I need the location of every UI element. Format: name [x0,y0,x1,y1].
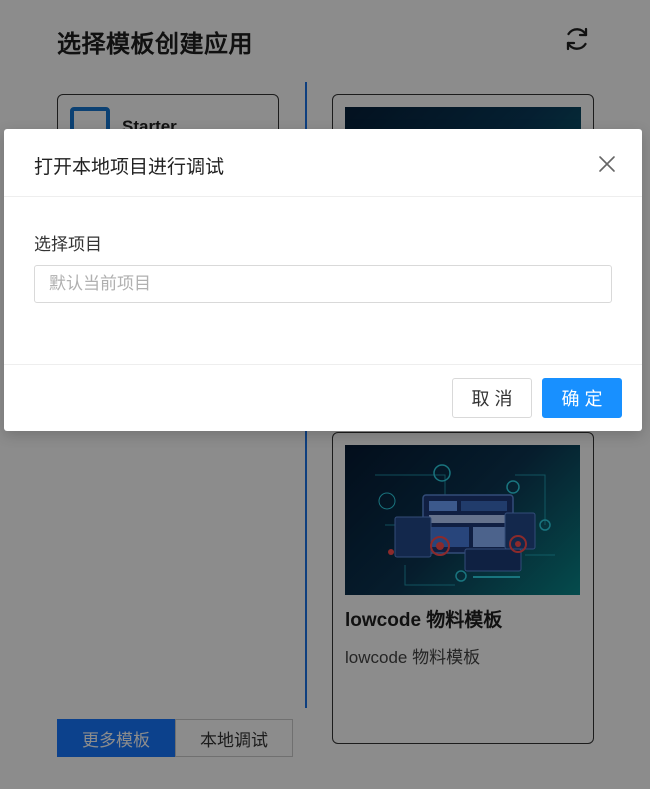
cancel-button[interactable]: 取 消 [452,378,532,418]
modal-title: 打开本地项目进行调试 [34,157,225,178]
modal-footer: 取 消 确 定 [4,364,642,432]
project-select-input[interactable] [34,265,612,303]
select-project-label: 选择项目 [34,235,102,254]
local-debug-modal: 打开本地项目进行调试 选择项目 取 消 确 定 [4,129,642,431]
modal-header: 打开本地项目进行调试 [4,129,642,197]
modal-close-button[interactable] [596,153,618,175]
close-icon [599,156,615,172]
confirm-button[interactable]: 确 定 [542,378,622,418]
